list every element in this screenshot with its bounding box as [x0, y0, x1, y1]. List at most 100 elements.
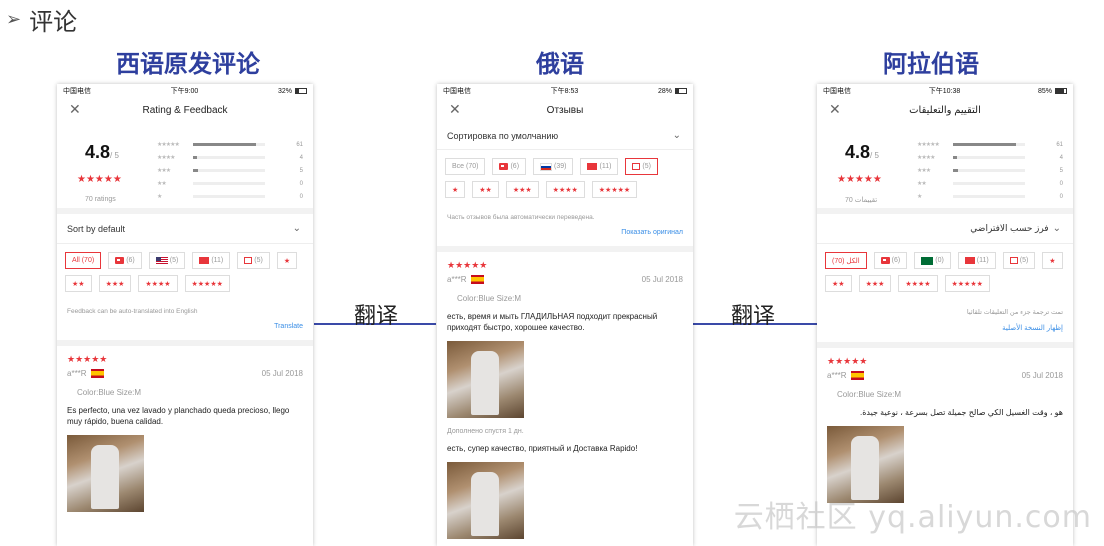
review-sku: Color:Blue Size:M — [77, 388, 142, 397]
close-icon[interactable]: ✕ — [69, 101, 81, 118]
close-icon[interactable]: ✕ — [829, 101, 841, 118]
filter-chip-3-star[interactable]: ★★★ — [505, 181, 539, 198]
slide-title: ➢ 评论 — [6, 2, 77, 37]
review-sku: Color:Blue Size:M — [457, 294, 522, 303]
battery-icon — [294, 88, 307, 94]
review-body: есть, время и мыть ГЛАДИЛЬНАЯ подходит п… — [447, 312, 658, 332]
filter-chip-comment[interactable]: (5) — [1002, 252, 1036, 269]
comment-icon — [1009, 257, 1018, 264]
status-right: 28% — [658, 88, 687, 95]
ratings-count: 70 تقييمات — [845, 197, 878, 204]
translation-note: Feedback can be auto-translated into Eng… — [67, 308, 198, 315]
filter-chip-1-star[interactable]: ★ — [445, 181, 466, 198]
clock-label: 下午9:00 — [170, 88, 199, 95]
review-item: ★★★★★ a***R 05 Jul 2018 Color:Blue Size:… — [437, 252, 693, 546]
arrow-bullet-icon: ➢ — [6, 9, 22, 29]
battery-percent: 85% — [1037, 87, 1052, 95]
filter-chip-5-star[interactable]: ★★★★★ — [591, 181, 638, 198]
filter-chip-tag[interactable]: (11) — [580, 158, 619, 175]
rating-distribution: ★★★★★ 61 ★★★★ 4 ★★★ 5 ★★ 0 ★ 0 — [157, 138, 305, 203]
image-icon — [115, 257, 125, 264]
review-date: 05 Jul 2018 — [1021, 371, 1063, 380]
rating-summary: 4.8/ 5 ★★★★★ 70 تقييمات ★★★★★ 61 ★★★★ 4 ★★… — [817, 122, 1073, 214]
average-stars: ★★★★★ — [77, 174, 122, 185]
filter-chip-all[interactable]: الكل (70) — [825, 252, 867, 269]
review-photo[interactable] — [447, 462, 524, 539]
filter-chip-all[interactable]: All (70) — [65, 252, 102, 269]
show-original-link[interactable]: Показать оригинал — [621, 229, 683, 236]
translate-link[interactable]: Translate — [274, 323, 303, 330]
filter-chip-1-star[interactable]: ★ — [276, 252, 298, 269]
phone-screen-russian: 中国电信 下午8:53 28% ✕ Отзывы Сортировка по у… — [437, 84, 693, 546]
comment-icon — [244, 257, 253, 264]
status-right: 32% — [278, 88, 307, 95]
filter-chip-comment[interactable]: (5) — [237, 252, 270, 269]
distribution-row: ★★★★★ 61 — [917, 141, 1063, 149]
rating-summary: 4.8/ 5 ★★★★★ 70 ratings ★★★★★ 61 ★★★★ 4 ★★… — [57, 122, 313, 214]
average-score: 4.8/ 5 — [845, 142, 879, 162]
distribution-row: ★★★ 5 — [917, 167, 1063, 175]
reviewer-name: a***R — [827, 371, 847, 380]
filter-chip-3-star[interactable]: ★★★ — [98, 275, 132, 292]
review-meta: a***R 05 Jul 2018 — [447, 275, 683, 284]
tag-icon — [964, 257, 975, 264]
sort-dropdown[interactable]: فرز حسب الافتراضي ⌄ — [817, 214, 1073, 244]
spain-flag-icon — [90, 369, 104, 378]
filter-chips: الكل (70) (6) (0) (11) (5) ★ ★★ ★★★ ★★★★… — [817, 244, 1073, 292]
filter-chip-2-star[interactable]: ★★ — [825, 275, 852, 292]
filter-chip-photo[interactable]: (6) — [108, 252, 142, 269]
slide-title-text: 评论 — [29, 9, 78, 36]
status-bar: 中国电信 下午9:00 32% — [57, 84, 313, 98]
reviewer-name: a***R — [447, 275, 467, 284]
filter-chip-tag[interactable]: (11) — [192, 252, 231, 269]
battery-icon — [1054, 88, 1067, 94]
filter-chip-5-star[interactable]: ★★★★★ — [944, 275, 990, 292]
sort-dropdown[interactable]: Sort by default ⌄ — [57, 214, 313, 244]
battery-percent: 28% — [657, 87, 672, 95]
distribution-row: ★★★ 5 — [157, 167, 303, 175]
distribution-row: ★ 0 — [917, 193, 1063, 201]
review-photo[interactable] — [67, 435, 144, 512]
filter-chip-photo[interactable]: (6) — [492, 158, 527, 175]
filter-chip-1-star[interactable]: ★ — [1042, 252, 1063, 269]
filter-chip-2-star[interactable]: ★★ — [472, 181, 499, 198]
close-icon[interactable]: ✕ — [449, 101, 461, 118]
filter-chip-4-star[interactable]: ★★★★ — [545, 181, 585, 198]
russia-flag-icon — [540, 162, 553, 171]
review-stars: ★★★★★ — [447, 260, 488, 270]
filter-chip-photo[interactable]: (6) — [873, 252, 908, 269]
review-meta: a***R 05 Jul 2018 — [827, 371, 1063, 380]
distribution-row: ★★★★ 4 — [157, 154, 303, 162]
filter-chip-comment[interactable]: (5) — [625, 158, 658, 175]
distribution-row: ★ 0 — [157, 193, 303, 201]
carrier-label: 中国电信 — [823, 88, 851, 95]
status-bar: 中国电信 下午10:38 85% — [817, 84, 1073, 98]
comment-icon — [632, 163, 641, 170]
reviewer-name: a***R — [67, 369, 87, 378]
filter-chip-4-star[interactable]: ★★★★ — [138, 275, 178, 292]
filter-chip-3-star[interactable]: ★★★ — [858, 275, 892, 292]
image-icon — [880, 257, 890, 264]
filter-chip-country[interactable]: (39) — [533, 158, 574, 175]
image-icon — [499, 163, 509, 170]
filter-chip-5-star[interactable]: ★★★★★ — [184, 275, 230, 292]
sort-dropdown[interactable]: Сортировка по умолчанию ⌄ — [437, 122, 693, 150]
carrier-label: 中国电信 — [63, 88, 91, 95]
watermark: 云栖社区 yq.aliyun.com — [733, 500, 1092, 535]
nav-title: التقييم والتعليقات — [909, 104, 981, 116]
distribution-row: ★★★★ 4 — [917, 154, 1063, 162]
review-meta: a***R 05 Jul 2018 — [67, 369, 303, 378]
review-photo[interactable] — [447, 341, 524, 418]
filter-chip-2-star[interactable]: ★★ — [65, 275, 92, 292]
spain-flag-icon — [470, 275, 484, 284]
filter-chip-country[interactable]: (5) — [148, 252, 186, 269]
filter-chip-country[interactable]: (0) — [914, 252, 951, 269]
show-original-link[interactable]: إظهار النسخة الأصلية — [1002, 325, 1063, 332]
filter-chip-tag[interactable]: (11) — [957, 252, 996, 269]
translate-connector-label-1: 翻译 — [354, 304, 399, 329]
average-stars: ★★★★★ — [837, 174, 882, 185]
filter-chip-4-star[interactable]: ★★★★ — [898, 275, 938, 292]
tag-icon — [199, 257, 210, 264]
column-title-arabic: 阿拉伯语 — [883, 51, 979, 78]
filter-chip-all[interactable]: Все (70) — [445, 158, 486, 175]
